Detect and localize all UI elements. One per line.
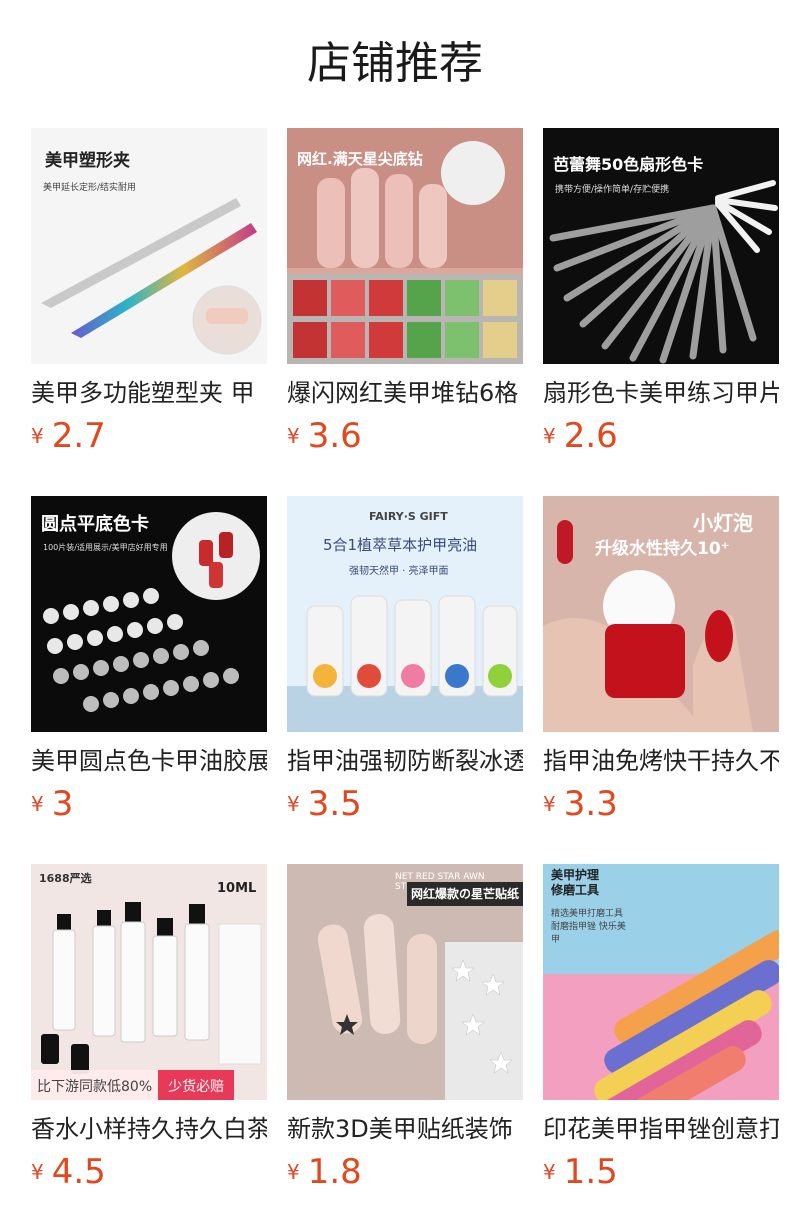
price-value: 1.5 — [563, 1152, 618, 1192]
currency-symbol: ¥ — [31, 1160, 44, 1184]
product-card[interactable]: 圆点平底色卡 100片装/适用展示/美甲店好用专用 美甲圆点色卡甲油胶展 ¥3 — [31, 496, 267, 864]
price-value: 3 — [51, 784, 74, 824]
price-value: 3.3 — [563, 784, 618, 824]
page-title: 店铺推荐 — [307, 38, 483, 89]
product-image[interactable]: 美甲护理 修磨工具 精选美甲打磨工具 耐磨指甲锉 快乐美甲 — [543, 864, 779, 1100]
product-price: ¥2.6 — [543, 416, 779, 456]
price-value: 3.5 — [307, 784, 362, 824]
product-grid: 美甲塑形夹 美甲延长定形/结实耐用 美甲多功能塑型夹 甲 ¥2.7 网红.满天星… — [31, 128, 779, 1232]
product-name[interactable]: 爆闪网红美甲堆钻6格 — [287, 378, 523, 408]
product-image[interactable]: 圆点平底色卡 100片装/适用展示/美甲店好用专用 — [31, 496, 267, 732]
currency-symbol: ¥ — [31, 424, 44, 448]
image-subcaption: 美甲延长定形/结实耐用 — [43, 183, 137, 193]
product-price: ¥3.6 — [287, 416, 523, 456]
nail-file-illustration — [543, 864, 779, 1100]
product-name[interactable]: 指甲油强韧防断裂冰透 — [287, 746, 523, 776]
product-name[interactable]: 美甲多功能塑型夹 甲 — [31, 378, 267, 408]
product-card[interactable]: FAIRY·S GIFT 5合1植萃草本护甲亮油 强韧天然甲 · 亮泽甲面 指甲… — [287, 496, 523, 864]
product-image[interactable]: FAIRY·S GIFT 5合1植萃草本护甲亮油 强韧天然甲 · 亮泽甲面 — [287, 496, 523, 732]
product-price: ¥3.5 — [287, 784, 523, 824]
product-card[interactable]: NET RED STAR AWN STICKER 网红爆款の星芒贴纸 新款3D美… — [287, 864, 523, 1232]
currency-symbol: ¥ — [287, 424, 300, 448]
price-value: 2.6 — [563, 416, 618, 456]
product-image[interactable]: 小灯泡 升级水性持久10⁺ — [543, 496, 779, 732]
product-price: ¥1.8 — [287, 1152, 523, 1192]
product-image[interactable]: 1688严选 10ML 比下游同款低80% 少货必赔 — [31, 864, 267, 1100]
product-name[interactable]: 香水小样持久持久白茶 — [31, 1114, 267, 1144]
product-price: ¥2.7 — [31, 416, 267, 456]
product-card[interactable]: 小灯泡 升级水性持久10⁺ 指甲油免烤快干持久不 ¥3.3 — [543, 496, 779, 864]
image-subcaption: 携带方便/操作简单/存贮便携 — [555, 185, 670, 195]
product-name[interactable]: 新款3D美甲贴纸装饰 — [287, 1114, 523, 1144]
product-card[interactable]: 美甲护理 修磨工具 精选美甲打磨工具 耐磨指甲锉 快乐美甲 印花美甲指甲锉创意打… — [543, 864, 779, 1232]
product-image[interactable]: 芭蕾舞50色扇形色卡 携带方便/操作简单/存贮便携 — [543, 128, 779, 364]
price-value: 1.8 — [307, 1152, 362, 1192]
currency-symbol: ¥ — [543, 1160, 556, 1184]
product-image[interactable]: 网红.满天星尖底钻 — [287, 128, 523, 364]
currency-symbol: ¥ — [31, 792, 44, 816]
image-caption: 网红.满天星尖底钻 — [297, 150, 423, 168]
currency-symbol: ¥ — [287, 792, 300, 816]
price-value: 2.7 — [51, 416, 106, 456]
product-image[interactable]: 美甲塑形夹 美甲延长定形/结实耐用 — [31, 128, 267, 364]
platform-label: 1688严选 — [39, 872, 92, 885]
product-card[interactable]: 芭蕾舞50色扇形色卡 携带方便/操作简单/存贮便携 扇形色卡美甲练习甲片 ¥2.… — [543, 128, 779, 496]
image-subcaption: 精选美甲打磨工具 耐磨指甲锉 快乐美甲 — [551, 909, 626, 945]
product-price: ¥4.5 — [31, 1152, 267, 1192]
product-card[interactable]: 美甲塑形夹 美甲延长定形/结实耐用 美甲多功能塑型夹 甲 ¥2.7 — [31, 128, 267, 496]
product-name[interactable]: 指甲油免烤快干持久不 — [543, 746, 779, 776]
product-card[interactable]: 1688严选 10ML 比下游同款低80% 少货必赔 香水小样持久持久白茶 ¥4… — [31, 864, 267, 1232]
image-caption: 美甲塑形夹 — [45, 151, 130, 171]
product-price: ¥3.3 — [543, 784, 779, 824]
product-name[interactable]: 美甲圆点色卡甲油胶展 — [31, 746, 267, 776]
product-name[interactable]: 印花美甲指甲锉创意打 — [543, 1114, 779, 1144]
currency-symbol: ¥ — [543, 424, 556, 448]
image-subcaption: 100片装/适用展示/美甲店好用专用 — [43, 543, 168, 552]
image-caption: 10ML — [217, 881, 257, 896]
product-card[interactable]: 网红.满天星尖底钻 爆闪网红美甲堆钻6格 ¥3.6 — [287, 128, 523, 496]
price-value: 4.5 — [51, 1152, 106, 1192]
currency-symbol: ¥ — [543, 792, 556, 816]
image-subcaption: 强韧天然甲 · 亮泽甲面 — [349, 566, 449, 577]
image-caption: 圆点平底色卡 — [41, 514, 149, 535]
promo-badges: 比下游同款低80% 少货必赔 — [31, 1070, 267, 1100]
image-subcaption: 升级水性持久10⁺ — [595, 539, 730, 559]
guarantee-badge: 少货必赔 — [158, 1070, 235, 1100]
image-caption: 芭蕾舞50色扇形色卡 — [553, 155, 704, 174]
image-caption: 5合1植萃草本护甲亮油 — [323, 536, 478, 554]
product-image[interactable]: NET RED STAR AWN STICKER 网红爆款の星芒贴纸 — [287, 864, 523, 1100]
nail-oil-bottles-illustration — [287, 496, 523, 732]
product-name[interactable]: 扇形色卡美甲练习甲片 — [543, 378, 779, 408]
currency-symbol: ¥ — [287, 1160, 300, 1184]
image-caption: 美甲护理 修磨工具 — [551, 868, 600, 897]
discount-badge: 比下游同款低80% — [31, 1070, 159, 1100]
product-price: ¥1.5 — [543, 1152, 779, 1192]
brand-logo-text: FAIRY·S GIFT — [369, 510, 448, 523]
product-price: ¥3 — [31, 784, 267, 824]
image-caption: 小灯泡 — [693, 511, 753, 535]
image-caption: 网红爆款の星芒贴纸 — [407, 882, 523, 906]
price-value: 3.6 — [307, 416, 362, 456]
